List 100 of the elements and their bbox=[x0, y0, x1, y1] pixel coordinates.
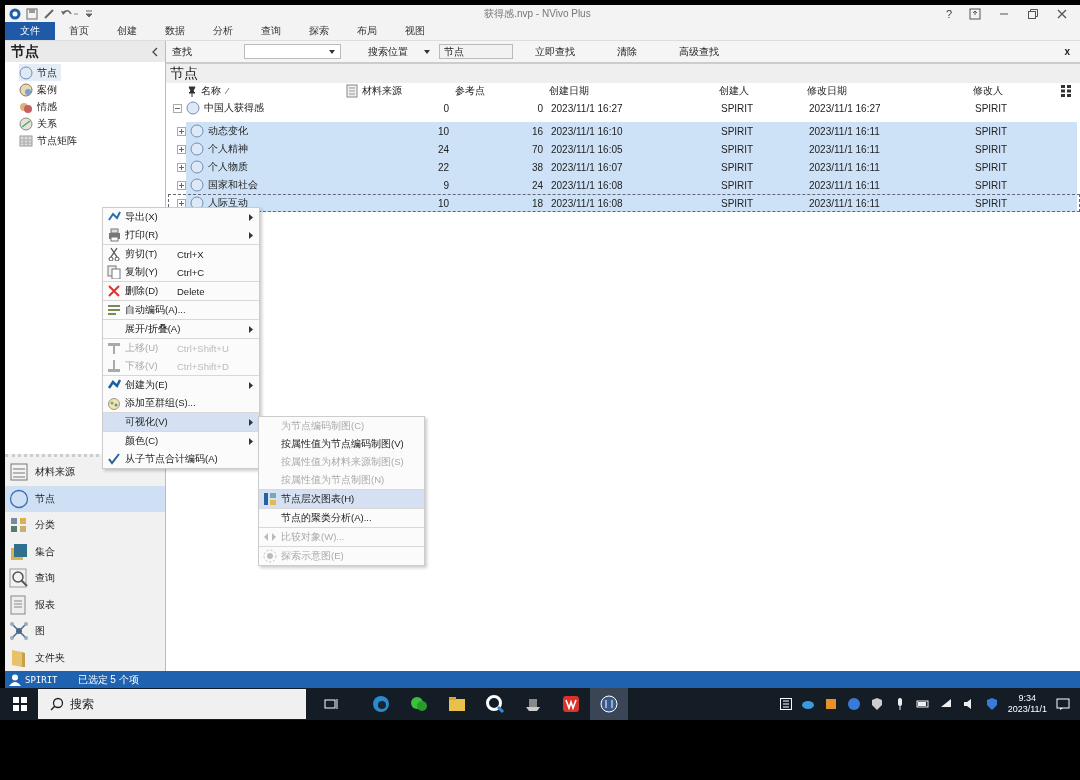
ribbon-tab[interactable]: 首页 bbox=[55, 22, 103, 40]
find-bar-button[interactable]: 立即查找 bbox=[535, 44, 575, 59]
column-header[interactable]: 修改日期 bbox=[807, 84, 847, 98]
table-cell: SPIRIT bbox=[975, 197, 1008, 209]
navigation-item[interactable]: 图 bbox=[5, 618, 165, 645]
navigation-item[interactable]: 查询 bbox=[5, 565, 165, 592]
table-cell: 38 bbox=[531, 161, 543, 173]
search-field[interactable]: 搜索 bbox=[38, 689, 306, 719]
table-cell: SPIRIT bbox=[975, 161, 1008, 173]
find-bar-button[interactable]: 清除 bbox=[617, 44, 637, 59]
table-cell: 24 bbox=[531, 179, 543, 191]
ribbon-tab[interactable]: 布局 bbox=[343, 22, 391, 40]
table-cell: SPIRIT bbox=[721, 161, 754, 173]
table-cell: 2023/11/1 16:27 bbox=[551, 102, 623, 114]
search-in-button[interactable]: 搜索位置 bbox=[368, 44, 430, 59]
list-title: 节点 bbox=[170, 64, 198, 83]
table-cell: 2023/11/1 16:05 bbox=[551, 143, 623, 155]
table-cell: SPIRIT bbox=[721, 102, 754, 114]
table-cell: 2023/11/1 16:27 bbox=[809, 102, 881, 114]
node-name: 个人精神 bbox=[208, 142, 248, 156]
table-cell: 0 bbox=[443, 102, 449, 114]
menu-item[interactable]: 节点的聚类分析(A)... bbox=[259, 509, 424, 527]
table-cell: 10 bbox=[437, 125, 449, 137]
node-name: 人际互动 bbox=[208, 196, 248, 210]
sidebar-item[interactable]: 节点 bbox=[19, 64, 61, 81]
table-row[interactable]: 个人物质 22 38 2023/11/1 16:07 SPIRIT 2023/11/1 16:11 SPIRIT bbox=[168, 158, 1080, 176]
ribbon-tab[interactable]: 查询 bbox=[247, 22, 295, 40]
menu-item[interactable]: 可视化(V) bbox=[103, 413, 259, 431]
ribbon-tab[interactable]: 数据 bbox=[151, 22, 199, 40]
shortcut-label: Ctrl+Shift+U bbox=[177, 342, 230, 354]
table-cell: SPIRIT bbox=[721, 197, 754, 209]
table-cell: 18 bbox=[531, 197, 543, 209]
menu-item[interactable]: 删除(D) Delete bbox=[103, 282, 259, 300]
column-header[interactable]: 创建日期 bbox=[549, 84, 589, 98]
table-cell: 16 bbox=[531, 125, 543, 137]
table-cell: 9 bbox=[443, 179, 449, 191]
ribbon-tab[interactable]: 分析 bbox=[199, 22, 247, 40]
table-cell: 2023/11/1 16:11 bbox=[809, 161, 880, 173]
sidebar-item[interactable]: 关系 bbox=[19, 115, 61, 132]
table-cell: 2023/11/1 16:11 bbox=[809, 197, 880, 209]
column-header[interactable]: 创建人 bbox=[719, 84, 749, 98]
column-header[interactable]: 修改人 bbox=[973, 84, 1003, 98]
table-cell: 2023/11/1 16:10 bbox=[551, 125, 623, 137]
menu-item[interactable]: 自动编码(A)... bbox=[103, 301, 259, 319]
menu-item[interactable]: 按属性值为节点编码制图(V) bbox=[259, 435, 424, 453]
shortcut-label: Ctrl+X bbox=[177, 248, 205, 260]
table-cell: SPIRIT bbox=[721, 179, 754, 191]
help-button[interactable]: ? bbox=[945, 7, 952, 20]
column-header[interactable]: 名称 bbox=[201, 84, 221, 98]
table-row[interactable]: 国家和社会 9 24 2023/11/1 16:08 SPIRIT 2023/11/1 16:11 SPIRIT bbox=[168, 176, 1080, 194]
menu-item[interactable]: 剪切(T) Ctrl+X bbox=[103, 245, 259, 263]
shortcut-label: Delete bbox=[177, 285, 206, 297]
menu-item[interactable]: 添加至群组(S)... bbox=[103, 394, 259, 412]
table-cell: 2023/11/1 16:11 bbox=[809, 179, 880, 191]
table-cell: 22 bbox=[437, 161, 449, 173]
navigation-item[interactable]: 节点 bbox=[5, 485, 165, 512]
table-cell: SPIRIT bbox=[975, 143, 1008, 155]
table-cell: 70 bbox=[531, 143, 543, 155]
shortcut-label: Ctrl+Shift+D bbox=[177, 360, 230, 372]
sidebar-item[interactable]: 案例 bbox=[19, 81, 61, 98]
navigation-item[interactable]: 集合 bbox=[5, 538, 165, 565]
table-cell: SPIRIT bbox=[975, 102, 1008, 114]
node-name: 国家和社会 bbox=[208, 178, 258, 192]
node-name: 动态变化 bbox=[208, 124, 248, 138]
table-cell: 0 bbox=[537, 102, 543, 114]
navigation-item[interactable]: 文件夹 bbox=[5, 644, 165, 671]
table-row[interactable]: 个人精神 24 70 2023/11/1 16:05 SPIRIT 2023/11/1 16:11 SPIRIT bbox=[168, 140, 1080, 158]
selection-count: 已选定 5 个项 bbox=[77, 672, 139, 687]
close-button[interactable]: x bbox=[1064, 46, 1070, 57]
node-name: 个人物质 bbox=[208, 160, 248, 174]
table-cell: SPIRIT bbox=[975, 179, 1008, 191]
column-header[interactable]: 参考点 bbox=[455, 84, 485, 98]
ribbon-tab[interactable]: 创建 bbox=[103, 22, 151, 40]
menu-item[interactable]: 从子节点合计编码(A) bbox=[103, 450, 259, 468]
find-bar-button[interactable]: 高级查找 bbox=[679, 44, 719, 59]
ribbon-tab[interactable]: 探索 bbox=[295, 22, 343, 40]
menu-item[interactable]: 展开/折叠(A) bbox=[103, 320, 259, 338]
menu-item[interactable]: 颜色(C) bbox=[103, 432, 259, 450]
navigation-item[interactable]: 分类 bbox=[5, 512, 165, 539]
table-row[interactable]: 中国人获得感 0 0 2023/11/1 16:27 SPIRIT 2023/11/1 16:27 SPIRIT bbox=[168, 99, 1080, 117]
menu-item[interactable]: 打印(R) bbox=[103, 226, 259, 244]
sidebar-item[interactable]: 情感 bbox=[19, 98, 61, 115]
menu-item[interactable]: 创建为(E) bbox=[103, 376, 259, 394]
menu-item[interactable]: 复制(Y) Ctrl+C bbox=[103, 263, 259, 281]
file-tab[interactable]: 文件 bbox=[5, 22, 55, 40]
table-cell: 2023/11/1 16:11 bbox=[809, 143, 880, 155]
table-row[interactable]: 动态变化 10 16 2023/11/1 16:10 SPIRIT 2023/11/1 16:11 SPIRIT bbox=[168, 122, 1080, 140]
search-in-field[interactable]: 节点 bbox=[439, 44, 513, 59]
table-cell: 2023/11/1 16:07 bbox=[551, 161, 623, 173]
ribbon-tab[interactable]: 视图 bbox=[391, 22, 439, 40]
table-cell: 2023/11/1 16:08 bbox=[551, 197, 623, 209]
menu-item[interactable]: 节点层次图表(H) bbox=[259, 490, 424, 508]
table-cell: 2023/11/1 16:08 bbox=[551, 179, 623, 191]
navigation-item[interactable]: 报表 bbox=[5, 591, 165, 618]
table-cell: SPIRIT bbox=[975, 125, 1008, 137]
column-header[interactable]: 材料来源 bbox=[362, 84, 402, 98]
sidebar-item[interactable]: 节点矩阵 bbox=[19, 132, 81, 149]
table-cell: 24 bbox=[437, 143, 449, 155]
clock[interactable]: 9:34 2023/11/1 bbox=[1007, 693, 1047, 715]
shortcut-label: Ctrl+C bbox=[177, 266, 206, 278]
